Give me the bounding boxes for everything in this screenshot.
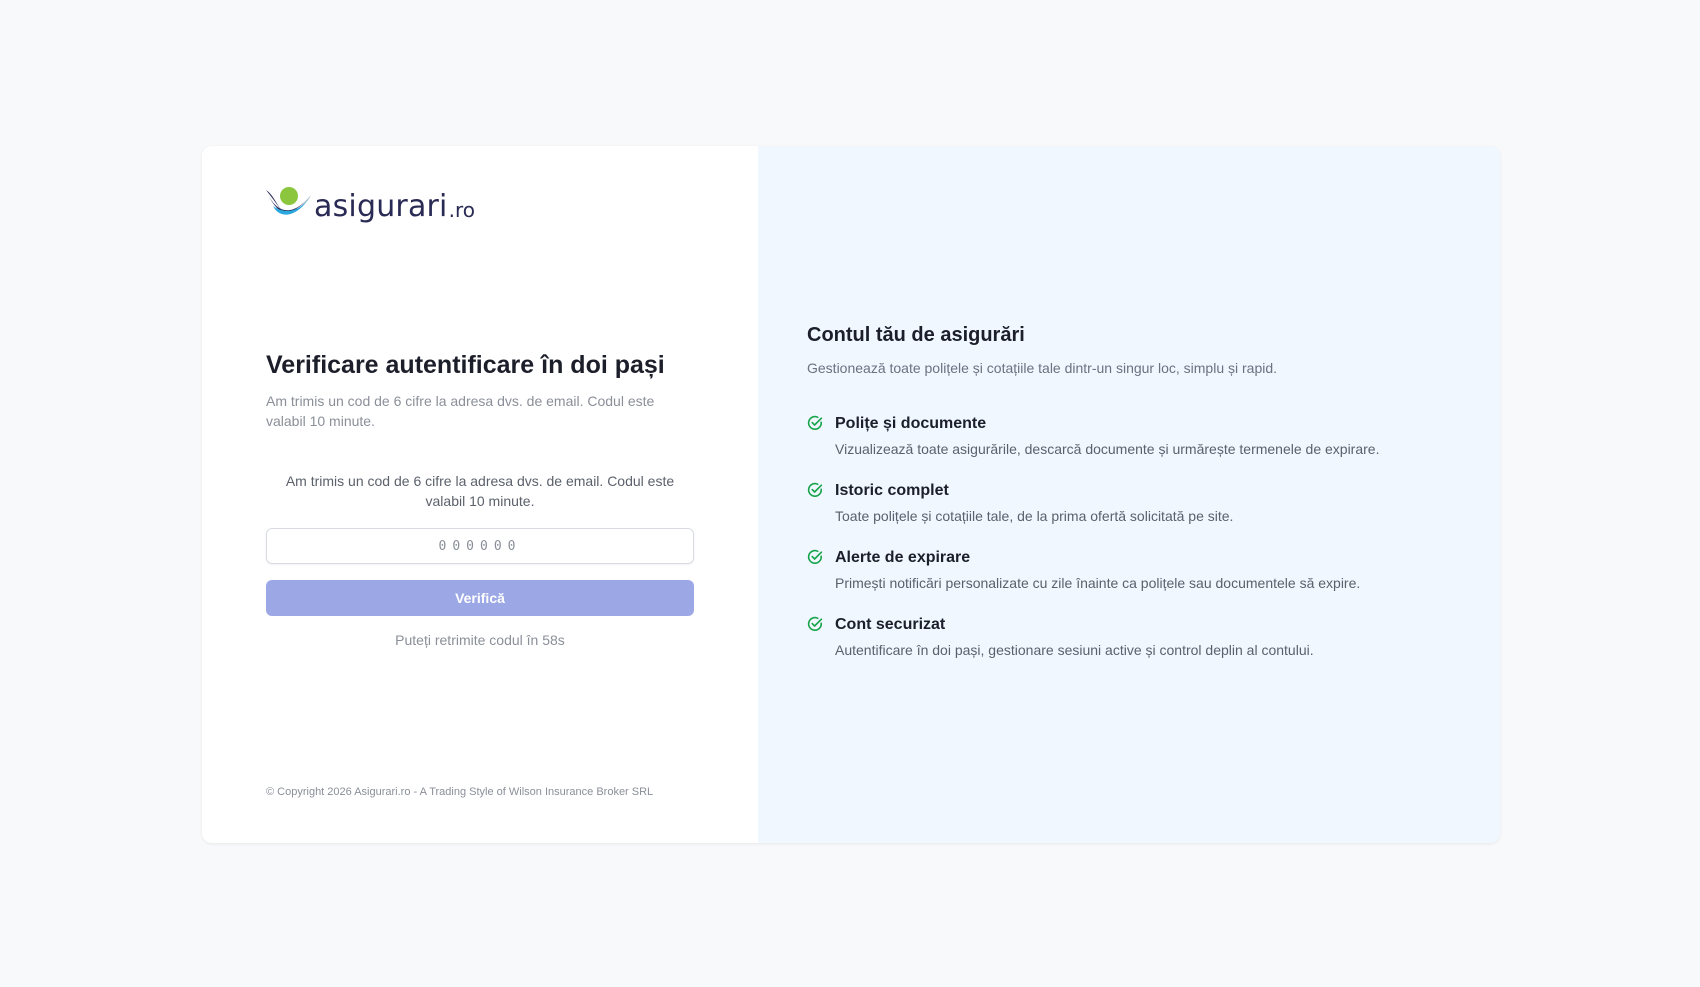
feature-item: Polițe și documente Vizualizează toate a…	[807, 414, 1379, 481]
logo-mark-icon	[266, 187, 312, 215]
resend-countdown: Puteți retrimite codul în 58s	[395, 632, 565, 648]
feature-description: Toate polițele și cotațiile tale, de la …	[835, 508, 1234, 524]
feature-title: Alerte de expirare	[835, 549, 971, 566]
feature-item: Alerte de expirare Primești notificări p…	[807, 548, 1379, 615]
check-circle-icon	[807, 616, 823, 631]
page-title: Verificare autentificare în doi pași	[266, 351, 665, 379]
copyright-text: © Copyright 2026 Asigurari.ro - A Tradin…	[266, 786, 654, 798]
feature-description: Autentificare în doi pași, gestionare se…	[835, 642, 1314, 658]
feature-title: Cont securizat	[835, 616, 946, 633]
verification-panel: asigurari .ro Verificare autentificare î…	[202, 146, 758, 843]
check-circle-icon	[807, 482, 823, 497]
feature-list: Polițe și documente Vizualizează toate a…	[807, 414, 1379, 682]
verify-button[interactable]: Verifică	[266, 580, 694, 616]
feature-item: Istoric complet Toate polițele și cotați…	[807, 481, 1379, 548]
feature-item: Cont securizat Autentificare în doi pași…	[807, 615, 1379, 682]
brand-logo[interactable]: asigurari .ro	[265, 182, 475, 222]
check-circle-icon	[807, 415, 823, 430]
logo-tld: .ro	[448, 198, 475, 222]
feature-description: Vizualizează toate asigurările, descarcă…	[835, 441, 1380, 457]
feature-description: Primești notificări personalizate cu zil…	[835, 575, 1361, 591]
promo-title: Contul tău de asigurări	[807, 324, 1025, 346]
feature-title: Istoric complet	[835, 482, 949, 499]
page-subtitle: Am trimis un cod de 6 cifre la adresa dv…	[266, 393, 655, 429]
logo-wordmark: asigurari	[314, 189, 448, 224]
feature-title: Polițe și documente	[835, 415, 987, 432]
auth-card: asigurari .ro Verificare autentificare î…	[202, 146, 1500, 843]
code-info-text: Am trimis un cod de 6 cifre la adresa dv…	[285, 473, 675, 509]
promo-panel: Contul tău de asigurări Gestionează toat…	[758, 146, 1500, 843]
promo-subtitle: Gestionează toate polițele și cotațiile …	[807, 360, 1278, 376]
verification-code-input[interactable]	[266, 528, 694, 564]
check-circle-icon	[807, 549, 823, 564]
